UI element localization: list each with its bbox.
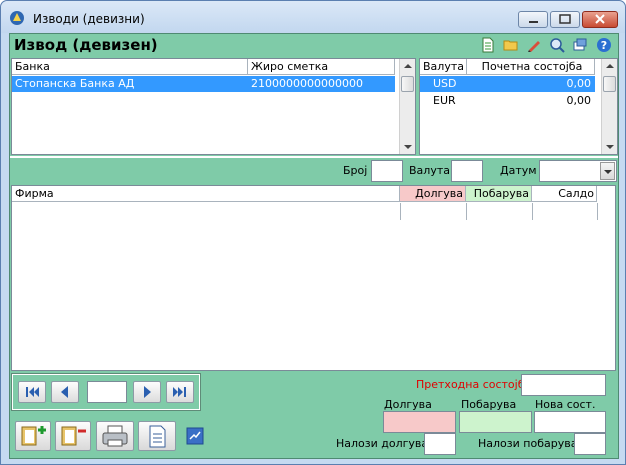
cell-divider bbox=[597, 203, 598, 220]
currency-scrollbar[interactable] bbox=[601, 59, 617, 154]
maximize-button[interactable] bbox=[550, 11, 580, 28]
cell-divider bbox=[532, 203, 533, 220]
last-record-icon bbox=[173, 387, 186, 397]
currency-field[interactable] bbox=[451, 160, 483, 182]
table-row[interactable]: Стопанска Банка АД 2100000000000000 bbox=[12, 76, 395, 92]
banks-table[interactable]: Банка Жиро сметка Стопанска Банка АД 210… bbox=[11, 58, 416, 155]
credit-total-label: Побарува bbox=[461, 398, 517, 411]
table-row[interactable]: EUR 0,00 bbox=[420, 93, 595, 109]
edit-pencil-icon[interactable] bbox=[526, 37, 542, 53]
scroll-thumb[interactable] bbox=[401, 76, 414, 92]
help-icon[interactable]: ? bbox=[596, 37, 612, 53]
main-window: Изводи (девизни) Извод (девизен) ? Банка… bbox=[0, 0, 626, 465]
first-record-icon bbox=[26, 387, 39, 397]
scroll-down-icon[interactable] bbox=[404, 145, 412, 149]
title-bar[interactable]: Изводи (девизни) bbox=[1, 1, 625, 33]
previous-balance-field[interactable] bbox=[521, 374, 606, 396]
page-title: Извод (девизен) bbox=[14, 36, 158, 54]
column-header-debit[interactable]: Долгува bbox=[400, 186, 466, 202]
app-icon bbox=[10, 11, 24, 25]
scroll-down-icon[interactable] bbox=[606, 145, 614, 149]
scroll-up-icon[interactable] bbox=[404, 64, 412, 68]
clipboard-remove-icon bbox=[61, 426, 86, 446]
client-area: Извод (девизен) ? Банка Жиро сметка Стоп… bbox=[9, 33, 619, 459]
column-header-balance[interactable]: Салдо bbox=[532, 186, 597, 202]
clipboard-add-icon bbox=[21, 426, 46, 446]
remove-entry-button[interactable] bbox=[55, 421, 91, 451]
previous-balance-label: Претходна состојба bbox=[416, 378, 532, 391]
credit-orders-field[interactable] bbox=[574, 433, 606, 455]
date-picker[interactable] bbox=[539, 160, 617, 182]
table-row[interactable]: USD 0,00 bbox=[420, 76, 595, 92]
document-button[interactable] bbox=[138, 421, 176, 451]
date-label: Датум bbox=[500, 164, 537, 177]
new-balance-label: Нова сост. bbox=[535, 398, 596, 411]
next-record-button[interactable] bbox=[133, 381, 161, 403]
restore-window-icon[interactable] bbox=[572, 37, 588, 53]
credit-total-field[interactable] bbox=[459, 411, 532, 433]
minimize-icon bbox=[529, 21, 538, 23]
svg-text:?: ? bbox=[601, 39, 607, 52]
record-position-field[interactable] bbox=[87, 381, 127, 403]
opening-balance: 0,00 bbox=[566, 77, 592, 90]
currency-table[interactable]: Валута Почетна состојба USD 0,00 EUR 0,0… bbox=[419, 58, 618, 155]
cell-divider bbox=[400, 203, 401, 220]
bank-account: 2100000000000000 bbox=[251, 77, 363, 90]
previous-record-icon bbox=[61, 386, 68, 398]
close-icon bbox=[595, 14, 605, 24]
column-header-credit[interactable]: Побарува bbox=[466, 186, 532, 202]
minimize-button[interactable] bbox=[518, 11, 548, 28]
printer-icon bbox=[102, 425, 128, 447]
column-header-bank[interactable]: Банка bbox=[12, 59, 248, 75]
number-label: Број bbox=[343, 164, 368, 177]
column-header-opening-balance[interactable]: Почетна состојба bbox=[467, 59, 595, 75]
debit-orders-label: Налози долгува bbox=[336, 437, 429, 450]
first-record-button[interactable] bbox=[18, 381, 46, 403]
debit-total-label: Долгува bbox=[384, 398, 432, 411]
column-header-account[interactable]: Жиро сметка bbox=[248, 59, 395, 75]
column-header-company[interactable]: Фирма bbox=[12, 186, 400, 202]
add-entry-button[interactable] bbox=[15, 421, 51, 451]
chevron-down-icon[interactable] bbox=[600, 162, 615, 180]
record-navigator bbox=[11, 373, 201, 411]
document-icon bbox=[149, 425, 166, 448]
next-record-icon bbox=[144, 386, 151, 398]
new-balance-field[interactable] bbox=[534, 411, 606, 433]
opening-balance: 0,00 bbox=[566, 94, 592, 107]
banks-scrollbar[interactable] bbox=[399, 59, 415, 154]
scroll-thumb[interactable] bbox=[603, 76, 616, 92]
column-header-currency[interactable]: Валута bbox=[420, 59, 467, 75]
credit-orders-label: Налози побарува bbox=[478, 437, 578, 450]
debit-total-field[interactable] bbox=[383, 411, 456, 433]
open-folder-icon[interactable] bbox=[503, 37, 519, 53]
report-icon[interactable] bbox=[186, 427, 204, 445]
previous-record-button[interactable] bbox=[51, 381, 79, 403]
table-row[interactable] bbox=[12, 203, 598, 220]
maximize-icon bbox=[559, 14, 571, 24]
bank-name: Стопанска Банка АД bbox=[15, 77, 135, 90]
close-button[interactable] bbox=[582, 11, 618, 28]
currency-code: EUR bbox=[433, 94, 456, 107]
window-title: Изводи (девизни) bbox=[33, 12, 145, 26]
debit-orders-field[interactable] bbox=[424, 433, 456, 455]
preview-icon[interactable] bbox=[549, 37, 565, 53]
last-record-button[interactable] bbox=[166, 381, 194, 403]
print-button[interactable] bbox=[96, 421, 134, 451]
divider bbox=[10, 156, 618, 158]
items-table[interactable]: Фирма Долгува Побарува Салдо bbox=[11, 185, 616, 371]
new-document-icon[interactable] bbox=[480, 37, 496, 53]
cell-divider bbox=[466, 203, 467, 220]
header-bar: Извод (девизен) ? bbox=[10, 34, 618, 57]
scroll-up-icon[interactable] bbox=[606, 64, 614, 68]
currency-code: USD bbox=[433, 77, 457, 90]
number-field[interactable] bbox=[371, 160, 403, 182]
currency-label: Валута bbox=[409, 164, 450, 177]
